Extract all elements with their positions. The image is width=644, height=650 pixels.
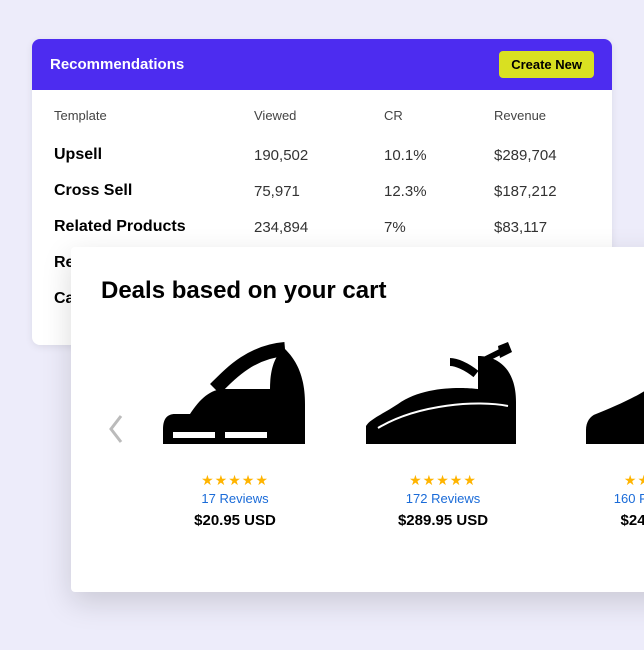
products-carousel: ★★★★★ 17 Reviews $20.95 USD ★★★★★ 172 Re… — [101, 329, 644, 529]
cell-template: Related Products — [54, 218, 254, 236]
col-viewed: Viewed — [254, 108, 384, 123]
product-image — [135, 329, 335, 454]
product-price: $24.95 U — [551, 512, 644, 529]
product-image — [343, 329, 543, 454]
table-header: Template Viewed CR Revenue — [54, 108, 590, 123]
cell-viewed: 234,894 — [254, 219, 384, 236]
star-rating: ★★★★★ — [135, 472, 335, 489]
product-card[interactable]: ★★★★ 160 Reviews $24.95 U — [551, 329, 644, 529]
reviews-link[interactable]: 160 Reviews — [551, 491, 644, 506]
star-rating: ★★★★ — [551, 472, 644, 489]
product-card[interactable]: ★★★★★ 17 Reviews $20.95 USD — [135, 329, 335, 529]
star-rating: ★★★★★ — [343, 472, 543, 489]
chevron-left-icon[interactable] — [101, 407, 131, 451]
product-price: $20.95 USD — [135, 512, 335, 529]
panel-title: Recommendations — [50, 56, 184, 73]
cell-template: Cross Sell — [54, 182, 254, 200]
cell-template: Upsell — [54, 146, 254, 164]
deals-card: Deals based on your cart ★★★★★ 17 Review… — [71, 247, 644, 592]
cell-cr: 10.1% — [384, 147, 494, 164]
product-card[interactable]: ★★★★★ 172 Reviews $289.95 USD — [343, 329, 543, 529]
reviews-link[interactable]: 172 Reviews — [343, 491, 543, 506]
create-new-button[interactable]: Create New — [499, 51, 594, 78]
cell-revenue: $83,117 — [494, 219, 590, 236]
cell-viewed: 190,502 — [254, 147, 384, 164]
col-cr: CR — [384, 108, 494, 123]
cell-revenue: $187,212 — [494, 183, 590, 200]
table-row[interactable]: Cross Sell 75,971 12.3% $187,212 — [54, 173, 590, 209]
reviews-link[interactable]: 17 Reviews — [135, 491, 335, 506]
product-price: $289.95 USD — [343, 512, 543, 529]
cell-cr: 12.3% — [384, 183, 494, 200]
table-row[interactable]: Upsell 190,502 10.1% $289,704 — [54, 137, 590, 173]
col-template: Template — [54, 108, 254, 123]
col-revenue: Revenue — [494, 108, 590, 123]
table-row[interactable]: Related Products 234,894 7% $83,117 — [54, 209, 590, 245]
cell-cr: 7% — [384, 219, 494, 236]
product-list: ★★★★★ 17 Reviews $20.95 USD ★★★★★ 172 Re… — [131, 329, 644, 529]
cell-revenue: $289,704 — [494, 147, 590, 164]
deals-title: Deals based on your cart — [101, 277, 644, 305]
panel-header: Recommendations Create New — [32, 39, 612, 90]
cell-viewed: 75,971 — [254, 183, 384, 200]
product-image — [551, 329, 644, 454]
